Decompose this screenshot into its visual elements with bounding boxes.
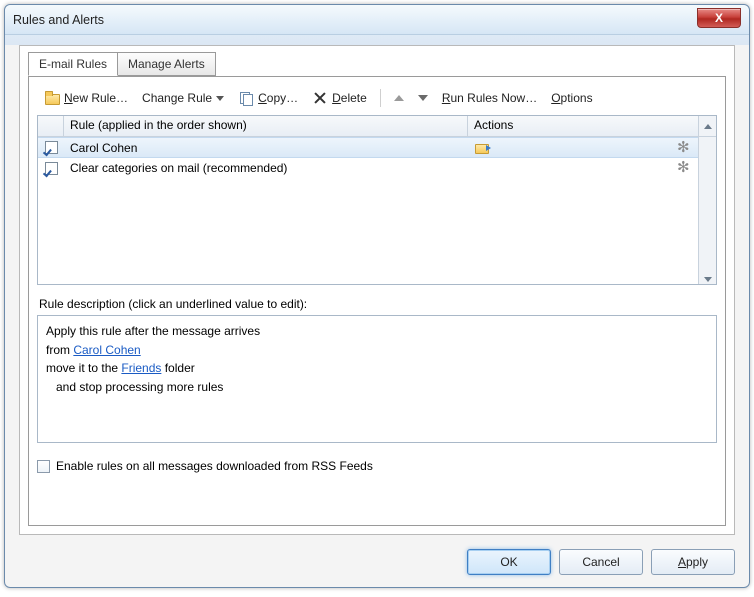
col-label: Actions xyxy=(474,118,513,132)
cancel-button[interactable]: Cancel xyxy=(559,549,643,575)
btn-label: Options xyxy=(551,91,592,105)
gear-icon xyxy=(676,160,692,176)
btn-label: OK xyxy=(500,555,517,569)
rss-checkbox[interactable] xyxy=(37,460,50,473)
desc-line: from Carol Cohen xyxy=(46,341,708,360)
tab-label: Manage Alerts xyxy=(128,57,205,71)
desc-line: move it to the Friends folder xyxy=(46,359,708,378)
delete-button[interactable]: Delete xyxy=(307,87,372,109)
col-rule[interactable]: Rule (applied in the order shown) xyxy=(64,116,468,136)
close-icon: X xyxy=(715,11,723,25)
window-title: Rules and Alerts xyxy=(13,13,104,27)
tab-email-rules[interactable]: E-mail Rules xyxy=(28,52,118,76)
desc-text: from xyxy=(46,343,73,357)
tab-pane-email-rules: New Rule… Change Rule Copy… Delete xyxy=(28,76,726,526)
desc-text: move it to the xyxy=(46,361,121,375)
vertical-scrollbar[interactable] xyxy=(698,137,716,284)
tab-label: E-mail Rules xyxy=(39,57,107,71)
move-up-button[interactable] xyxy=(389,92,409,104)
btn-label: Apply xyxy=(678,555,708,569)
row-name: Carol Cohen xyxy=(64,141,468,155)
col-label: Rule (applied in the order shown) xyxy=(70,118,247,132)
row-actions xyxy=(468,160,698,176)
change-rule-dropdown[interactable]: Change Rule xyxy=(137,88,229,108)
gear-icon xyxy=(676,140,692,156)
rules-list-header: Rule (applied in the order shown) Action… xyxy=(38,116,716,137)
toolbar: New Rule… Change Rule Copy… Delete xyxy=(37,85,717,115)
options-button[interactable]: Options xyxy=(546,88,597,108)
row-checkbox[interactable] xyxy=(45,162,58,175)
col-checkbox[interactable] xyxy=(38,116,64,136)
arrow-up-icon xyxy=(704,124,712,129)
arrow-down-icon xyxy=(418,95,428,101)
folder-link[interactable]: Friends xyxy=(121,361,161,375)
desc-text: folder xyxy=(161,361,194,375)
col-scroll-up[interactable] xyxy=(698,116,716,136)
sender-link[interactable]: Carol Cohen xyxy=(73,343,140,357)
dialog-footer: OK Cancel Apply xyxy=(19,549,735,575)
delete-icon xyxy=(312,90,328,106)
copy-icon xyxy=(238,90,254,106)
table-row[interactable]: Clear categories on mail (recommended) xyxy=(38,158,716,179)
apply-button[interactable]: Apply xyxy=(651,549,735,575)
arrow-up-icon xyxy=(394,95,404,101)
desc-line: Apply this rule after the message arrive… xyxy=(46,322,708,341)
arrow-down-icon xyxy=(704,277,712,282)
tab-strip: E-mail Rules Manage Alerts xyxy=(28,51,734,75)
col-actions[interactable]: Actions xyxy=(468,116,698,136)
table-row[interactable]: Carol Cohen xyxy=(38,137,716,158)
move-to-folder-icon xyxy=(474,141,490,155)
desc-line: and stop processing more rules xyxy=(46,378,708,397)
btn-label: Run Rules Now… xyxy=(442,91,537,105)
row-checkbox[interactable] xyxy=(45,141,58,154)
row-checkbox-cell xyxy=(38,141,64,154)
row-actions xyxy=(468,140,698,156)
separator xyxy=(380,89,381,107)
chevron-down-icon xyxy=(216,96,224,101)
btn-label: Change Rule xyxy=(142,91,212,105)
titlebar[interactable]: Rules and Alerts X xyxy=(5,5,749,35)
row-name: Clear categories on mail (recommended) xyxy=(64,161,468,175)
btn-label: Copy… xyxy=(258,91,298,105)
ok-button[interactable]: OK xyxy=(467,549,551,575)
copy-button[interactable]: Copy… xyxy=(233,87,303,109)
new-rule-icon xyxy=(44,90,60,106)
rss-label: Enable rules on all messages downloaded … xyxy=(56,459,373,473)
rules-list: Rule (applied in the order shown) Action… xyxy=(37,115,717,285)
close-button[interactable]: X xyxy=(697,8,741,28)
btn-label: New Rule… xyxy=(64,91,128,105)
rss-enable-row: Enable rules on all messages downloaded … xyxy=(37,459,717,473)
row-checkbox-cell xyxy=(38,162,64,175)
move-down-button[interactable] xyxy=(413,92,433,104)
description-label: Rule description (click an underlined va… xyxy=(39,297,715,311)
btn-label: Cancel xyxy=(582,555,619,569)
tab-manage-alerts[interactable]: Manage Alerts xyxy=(117,52,216,76)
new-rule-button[interactable]: New Rule… xyxy=(39,87,133,109)
rule-description-box: Apply this rule after the message arrive… xyxy=(37,315,717,443)
btn-label: Delete xyxy=(332,91,367,105)
dialog-body: E-mail Rules Manage Alerts New Rule… Cha… xyxy=(19,45,735,535)
run-rules-now-button[interactable]: Run Rules Now… xyxy=(437,88,542,108)
rules-and-alerts-dialog: Rules and Alerts X E-mail Rules Manage A… xyxy=(4,4,750,588)
